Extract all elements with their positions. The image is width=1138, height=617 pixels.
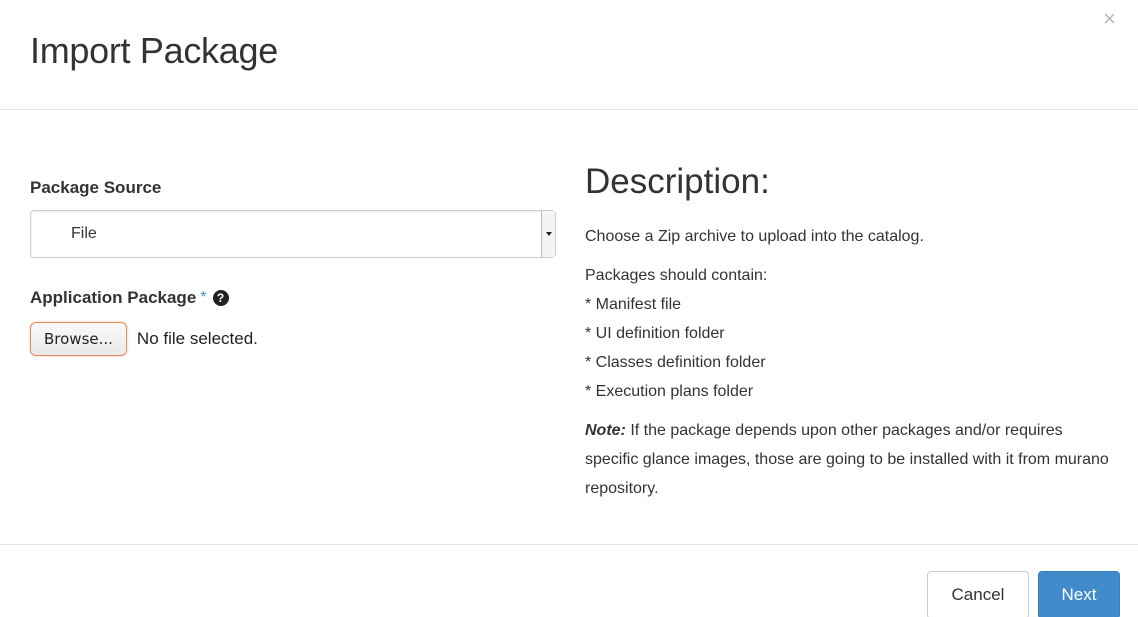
note-label: Note: — [585, 422, 626, 439]
application-package-label: Application Package — [30, 288, 197, 307]
file-input: Browse... No file selected. — [30, 322, 558, 356]
modal-footer: Cancel Next — [0, 544, 1138, 617]
form-column: Package Source File Application Package … — [30, 178, 558, 356]
list-item: * Classes definition folder — [585, 354, 766, 371]
package-source-select[interactable]: File — [30, 210, 556, 258]
browse-button[interactable]: Browse... — [30, 322, 127, 356]
note-text: If the package depends upon other packag… — [585, 422, 1109, 497]
description-intro: Choose a Zip archive to upload into the … — [585, 228, 924, 245]
required-marker: * — [200, 289, 207, 306]
package-source-label: Package Source — [30, 178, 162, 197]
application-package-label-row: Application Package * ? — [30, 288, 558, 308]
description-list-heading: Packages should contain: — [585, 267, 768, 284]
description-note: Note: If the package depends upon other … — [585, 416, 1120, 503]
modal-header: Import Package × — [0, 0, 1138, 110]
list-item: * Execution plans folder — [585, 383, 754, 400]
cancel-button[interactable]: Cancel — [927, 571, 1029, 617]
file-status-text: No file selected. — [136, 329, 258, 348]
description-body: Choose a Zip archive to upload into the … — [585, 222, 1120, 503]
dropdown-arrow-icon — [541, 211, 555, 257]
description-column: Description: Choose a Zip archive to upl… — [585, 162, 1120, 513]
list-item: * Manifest file — [585, 296, 682, 313]
close-icon[interactable]: × — [1103, 8, 1116, 30]
modal-title: Import Package — [30, 30, 278, 71]
package-contents-list: * Manifest file * UI definition folder *… — [585, 290, 1120, 406]
list-item: * UI definition folder — [585, 325, 725, 342]
help-icon[interactable]: ? — [212, 290, 229, 306]
package-source-selected-value: File — [71, 225, 97, 242]
next-button[interactable]: Next — [1038, 571, 1120, 617]
import-package-modal: Import Package × Package Source File App… — [0, 0, 1138, 617]
description-title: Description: — [585, 162, 770, 201]
